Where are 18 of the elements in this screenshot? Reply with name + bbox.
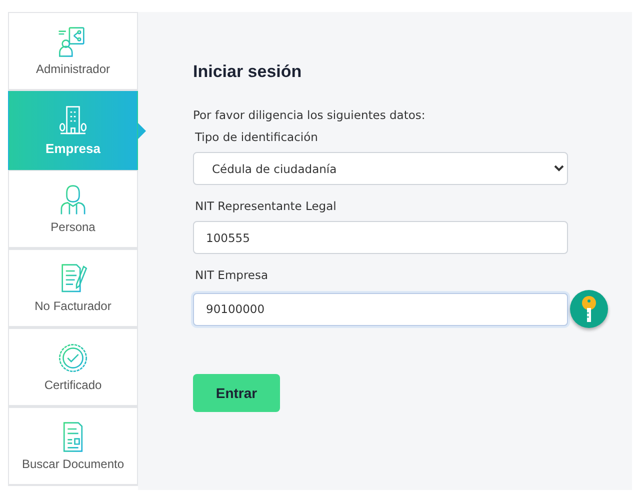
sidebar-item[interactable]: Administrador: [8, 12, 138, 91]
input-field[interactable]: 90100000: [193, 292, 568, 326]
key-icon: [581, 296, 597, 322]
id-type-select[interactable]: Cédula de ciudadanía: [193, 152, 568, 185]
key-button[interactable]: [570, 290, 608, 328]
form-instructions: Por favor diligencia los siguientes datos:: [193, 108, 426, 122]
sidebar-item[interactable]: Certificado: [8, 328, 138, 407]
input-field[interactable]: 100555: [193, 221, 568, 254]
seal-icon: [57, 342, 89, 374]
submit-button[interactable]: Entrar: [193, 374, 280, 412]
building-icon: [57, 104, 89, 136]
sidebar-item[interactable]: Persona: [8, 170, 138, 249]
form-title: Iniciar sesión: [193, 62, 303, 82]
sidebar-item[interactable]: Buscar Documento: [8, 407, 138, 486]
field-label: NIT Representante Legal: [195, 199, 338, 213]
field-label: NIT Empresa: [195, 268, 270, 282]
sidebar-item[interactable]: No Facturador: [8, 249, 138, 328]
field-label: Tipo de identificación: [195, 130, 319, 144]
